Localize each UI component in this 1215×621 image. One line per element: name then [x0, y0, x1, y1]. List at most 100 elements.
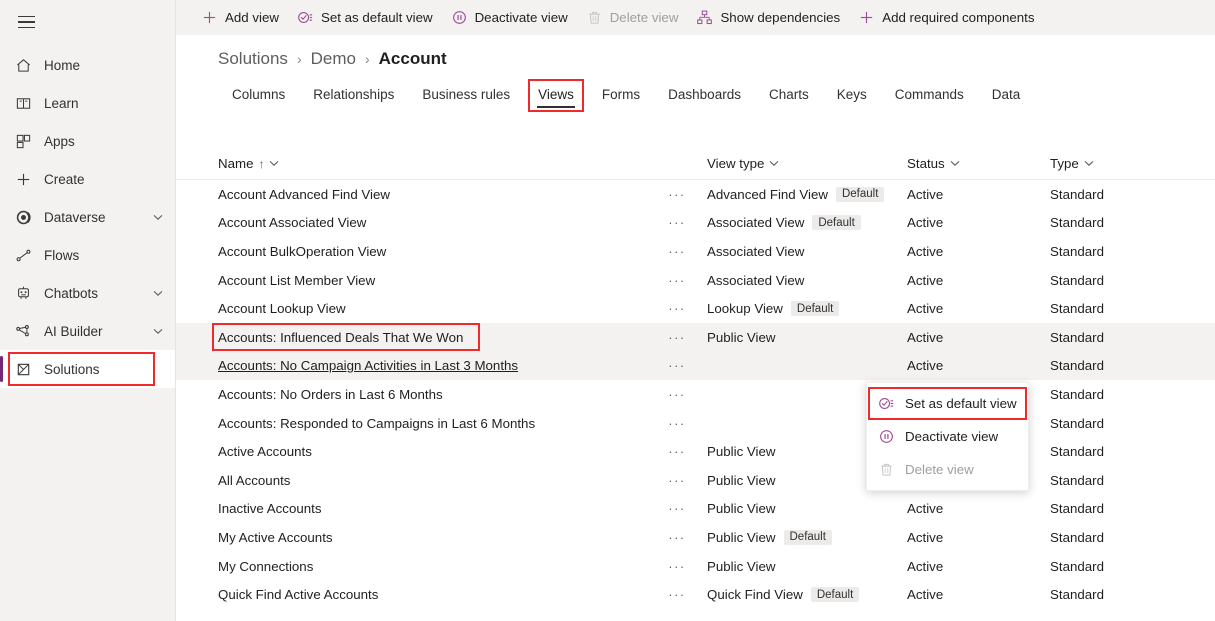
row-name-cell[interactable]: Quick Find Active Accounts	[176, 580, 663, 609]
more-options-icon[interactable]: ···	[663, 412, 691, 434]
row-name-cell[interactable]: Accounts: No Campaign Activities in Last…	[176, 352, 663, 381]
view-name-label: My Connections	[218, 558, 314, 574]
command-add-view[interactable]: Add view	[192, 3, 288, 33]
tab-business-rules[interactable]: Business rules	[408, 81, 524, 110]
more-options-icon[interactable]: ···	[663, 240, 691, 262]
row-name-cell[interactable]: All Accounts	[176, 466, 663, 495]
tab-columns[interactable]: Columns	[218, 81, 299, 110]
more-options-icon[interactable]: ···	[663, 526, 691, 548]
sidebar-item-apps[interactable]: Apps	[0, 122, 175, 160]
flows-icon	[12, 245, 34, 265]
breadcrumb-item-demo[interactable]: Demo	[311, 49, 356, 69]
row-name-cell[interactable]: Account Advanced Find View	[176, 180, 663, 209]
more-options-icon[interactable]: ···	[663, 555, 691, 577]
tab-keys[interactable]: Keys	[823, 81, 881, 110]
tab-relationships[interactable]: Relationships	[299, 81, 408, 110]
tab-views[interactable]: Views	[524, 79, 588, 112]
column-header-name-label: Name	[218, 156, 254, 171]
sidebar-item-create[interactable]: Create	[0, 160, 175, 198]
table-row[interactable]: Accounts: No Campaign Activities in Last…	[176, 351, 1215, 381]
row-name-cell[interactable]: Account List Member View	[176, 266, 663, 295]
tab-data[interactable]: Data	[978, 81, 1035, 110]
more-options-icon[interactable]: ···	[663, 326, 691, 348]
table-row[interactable]: Account Advanced Find View ··· Advanced Fi…	[176, 180, 1215, 209]
table-row[interactable]: Accounts: Responded to Campaigns in Last…	[176, 409, 1215, 438]
sidebar-item-flows[interactable]: Flows	[0, 236, 175, 274]
chevron-down-icon[interactable]	[149, 214, 167, 221]
tab-commands[interactable]: Commands	[881, 81, 978, 110]
chevron-down-icon	[1084, 160, 1094, 167]
row-name-cell[interactable]: Accounts: Influenced Deals That We Won	[176, 323, 663, 352]
row-name-cell[interactable]: Accounts: No Orders in Last 6 Months	[176, 380, 663, 409]
row-name-cell[interactable]: Account Associated View	[176, 209, 663, 238]
table-row[interactable]: Accounts: Influenced Deals That We Won ··…	[176, 322, 1215, 352]
column-header-name[interactable]: Name ↑	[176, 156, 663, 171]
plus-icon	[858, 9, 875, 26]
command-show-dependencies[interactable]: Show dependencies	[687, 3, 849, 33]
set-default-icon	[297, 9, 314, 26]
more-options-icon[interactable]: ···	[663, 469, 691, 491]
more-options-icon[interactable]: ···	[663, 441, 691, 463]
context-menu-set-as-default-view[interactable]: Set as default view	[867, 387, 1028, 420]
row-name-cell[interactable]: Account BulkOperation View	[176, 237, 663, 266]
more-options-icon[interactable]: ···	[663, 584, 691, 606]
command-deactivate-view[interactable]: Deactivate view	[442, 3, 577, 33]
more-options-icon[interactable]: ···	[663, 183, 691, 205]
table-row[interactable]: My Connections ··· Public View Active Standa…	[176, 552, 1215, 581]
table-row[interactable]: All Accounts···Public ViewActiveStandard	[176, 466, 1215, 495]
tab-charts[interactable]: Charts	[755, 81, 823, 110]
type-label: Standard	[1050, 301, 1104, 317]
hamburger-menu-icon[interactable]	[8, 4, 44, 40]
row-name-cell[interactable]: Account Lookup View	[176, 294, 663, 323]
table-row[interactable]: Accounts: No Orders in Last 6 Months···A…	[176, 380, 1215, 409]
more-options-icon[interactable]: ···	[663, 212, 691, 234]
row-status-cell: Active	[907, 294, 1050, 323]
sidebar-item-ai-builder[interactable]: AI Builder	[0, 312, 175, 350]
table-row[interactable]: Quick Find Active Accounts ··· Quick Find …	[176, 580, 1215, 609]
command-set-as-default-view[interactable]: Set as default view	[288, 3, 442, 33]
table-row[interactable]: Account Lookup View ··· Lookup View Default…	[176, 294, 1215, 323]
row-name-cell[interactable]: Active Accounts	[176, 437, 663, 466]
tab-forms[interactable]: Forms	[588, 81, 654, 110]
sidebar-item-learn[interactable]: Learn	[0, 84, 175, 122]
column-header-type[interactable]: Type	[1050, 156, 1170, 171]
grid-header: Name ↑ View type Status Type	[176, 148, 1215, 180]
chevron-down-icon[interactable]	[149, 328, 167, 335]
more-options-icon[interactable]: ···	[663, 355, 691, 377]
more-options-icon[interactable]: ···	[663, 269, 691, 291]
row-name-cell[interactable]: Accounts: Responded to Campaigns in Last…	[176, 409, 663, 438]
sidebar-item-home[interactable]: Home	[0, 46, 175, 84]
row-context-menu: Set as default view Deactivate view Delete…	[866, 382, 1029, 491]
tab-dashboards[interactable]: Dashboards	[654, 81, 755, 110]
chevron-down-icon[interactable]	[149, 290, 167, 297]
tab-label: Columns	[232, 87, 286, 102]
context-menu-deactivate-view[interactable]: Deactivate view	[867, 420, 1028, 453]
row-name-cell[interactable]: My Active Accounts	[176, 523, 663, 552]
column-header-view-type[interactable]: View type	[707, 156, 907, 171]
breadcrumb-item-account: Account	[378, 49, 447, 68]
sidebar-item-chatbots[interactable]: Chatbots	[0, 274, 175, 312]
row-name-cell[interactable]: My Connections	[176, 552, 663, 581]
row-name-cell[interactable]: Inactive Accounts	[176, 495, 663, 524]
more-options-icon[interactable]: ···	[663, 298, 691, 320]
table-row[interactable]: Inactive Accounts ··· Public View Active Sta…	[176, 495, 1215, 524]
table-row[interactable]: Account Associated View ··· Associated Vie…	[176, 209, 1215, 238]
status-label: Active	[907, 529, 944, 545]
command-add-required-components[interactable]: Add required components	[849, 3, 1043, 33]
more-options-icon[interactable]: ···	[663, 383, 691, 405]
table-row[interactable]: Active Accounts···Public ViewActiveStand…	[176, 437, 1215, 466]
command-label: Add required components	[882, 10, 1035, 25]
table-row[interactable]: Account BulkOperation View ··· Associated …	[176, 237, 1215, 266]
column-header-status[interactable]: Status	[907, 156, 1050, 171]
table-row[interactable]: Account List Member View ··· Associated Vi…	[176, 266, 1215, 295]
breadcrumb-separator: ›	[296, 51, 302, 67]
breadcrumb-item-solutions[interactable]: Solutions	[218, 49, 288, 69]
more-options-icon[interactable]: ···	[663, 498, 691, 520]
tab-label: Keys	[836, 87, 867, 102]
table-row[interactable]: My Active Accounts ··· Public View Default A…	[176, 523, 1215, 552]
sidebar-item-solutions[interactable]: Solutions	[0, 350, 175, 388]
view-type-label: Public View	[707, 558, 776, 574]
sidebar-item-dataverse[interactable]: Dataverse	[0, 198, 175, 236]
view-type-label: Associated View	[707, 272, 805, 288]
view-name-label: All Accounts	[218, 472, 291, 488]
